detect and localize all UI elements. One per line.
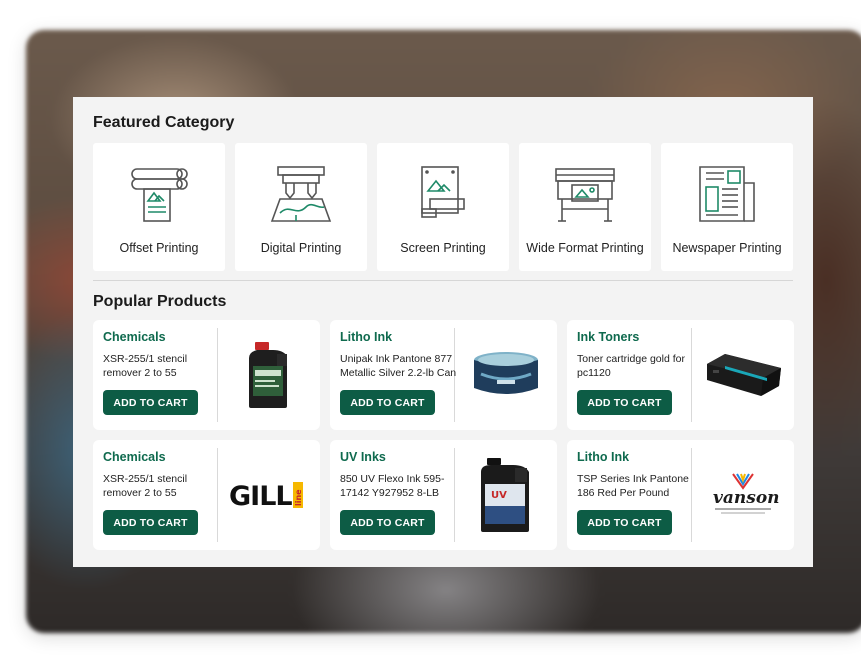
popular-products-title: Popular Products <box>93 293 227 310</box>
screen-print-icon <box>421 166 465 218</box>
category-label: Newspaper Printing <box>672 241 782 255</box>
add-to-cart-button[interactable]: ADD TO CART <box>340 390 435 415</box>
category-label: Wide Format Printing <box>526 241 644 255</box>
product-category: Litho Ink <box>577 450 630 464</box>
product-name: Unipak Ink Pantone 877 Metallic Silver 2… <box>340 353 457 379</box>
plotter-icon <box>555 168 615 222</box>
category-row: Offset Printing Digital Printing Screen … <box>93 143 793 271</box>
svg-text:vanson: vanson <box>713 488 780 508</box>
catalog-panel: Featured Category Offset Printing Digita… <box>73 97 813 567</box>
product-info: UV Inks 850 UV Flexo Ink 595-17142 Y9279… <box>330 440 454 550</box>
product-card[interactable]: UV Inks 850 UV Flexo Ink 595-17142 Y9279… <box>330 440 557 550</box>
category-label: Offset Printing <box>119 241 199 255</box>
product-card[interactable]: Chemicals XSR-255/1 stencil remover 2 to… <box>93 440 320 550</box>
digital-printer-icon <box>270 166 332 222</box>
section-divider <box>93 280 793 281</box>
offset-press-icon <box>131 168 188 222</box>
add-to-cart-button[interactable]: ADD TO CART <box>577 390 672 415</box>
newspaper-icon <box>699 166 755 222</box>
featured-category-title: Featured Category <box>93 114 235 131</box>
product-info: Ink Toners Toner cartridge gold for pc11… <box>567 320 691 430</box>
gill-logo: GILL line <box>218 440 320 550</box>
ink-can-image <box>455 320 557 430</box>
add-to-cart-button[interactable]: ADD TO CART <box>103 390 198 415</box>
uv-ink-jug-image: UV <box>455 440 557 550</box>
product-category: Chemicals <box>103 330 166 344</box>
product-category: Ink Toners <box>577 330 640 344</box>
svg-text:line: line <box>294 489 303 506</box>
product-category: Chemicals <box>103 450 166 464</box>
product-grid: Chemicals XSR-255/1 stencil remover 2 to… <box>93 320 794 550</box>
add-to-cart-button[interactable]: ADD TO CART <box>103 510 198 535</box>
category-screen-printing[interactable]: Screen Printing <box>377 143 509 271</box>
chemical-jug-image <box>218 320 320 430</box>
product-info: Chemicals XSR-255/1 stencil remover 2 to… <box>93 320 217 430</box>
product-card[interactable]: Litho Ink TSP Series Ink Pantone 186 Red… <box>567 440 794 550</box>
product-card[interactable]: Litho Ink Unipak Ink Pantone 877 Metalli… <box>330 320 557 430</box>
product-info: Litho Ink TSP Series Ink Pantone 186 Red… <box>567 440 691 550</box>
category-label: Screen Printing <box>400 241 486 255</box>
category-wide-format-printing[interactable]: Wide Format Printing <box>519 143 651 271</box>
category-offset-printing[interactable]: Offset Printing <box>93 143 225 271</box>
product-info: Chemicals XSR-255/1 stencil remover 2 to… <box>93 440 217 550</box>
product-name: 850 UV Flexo Ink 595-17142 Y927952 8-LB <box>340 473 445 499</box>
toner-cartridge-image <box>692 320 794 430</box>
product-info: Litho Ink Unipak Ink Pantone 877 Metalli… <box>330 320 456 430</box>
product-card[interactable]: Chemicals XSR-255/1 stencil remover 2 to… <box>93 320 320 430</box>
product-name: XSR-255/1 stencil remover 2 to 55 <box>103 473 188 499</box>
product-name: TSP Series Ink Pantone 186 Red Per Pound <box>577 473 689 499</box>
category-label: Digital Printing <box>260 241 342 255</box>
category-digital-printing[interactable]: Digital Printing <box>235 143 367 271</box>
vanson-logo: vanson <box>692 440 794 550</box>
category-newspaper-printing[interactable]: Newspaper Printing <box>661 143 793 271</box>
add-to-cart-button[interactable]: ADD TO CART <box>577 510 672 535</box>
product-card[interactable]: Ink Toners Toner cartridge gold for pc11… <box>567 320 794 430</box>
svg-text:UV: UV <box>491 490 507 501</box>
svg-text:GILL: GILL <box>229 481 292 510</box>
product-name: XSR-255/1 stencil remover 2 to 55 <box>103 353 188 379</box>
screen: Featured Category Offset Printing Digita… <box>0 0 861 663</box>
product-category: Litho Ink <box>340 330 393 344</box>
product-name: Toner cartridge gold for pc1120 <box>577 353 685 379</box>
product-category: UV Inks <box>340 450 386 464</box>
add-to-cart-button[interactable]: ADD TO CART <box>340 510 435 535</box>
